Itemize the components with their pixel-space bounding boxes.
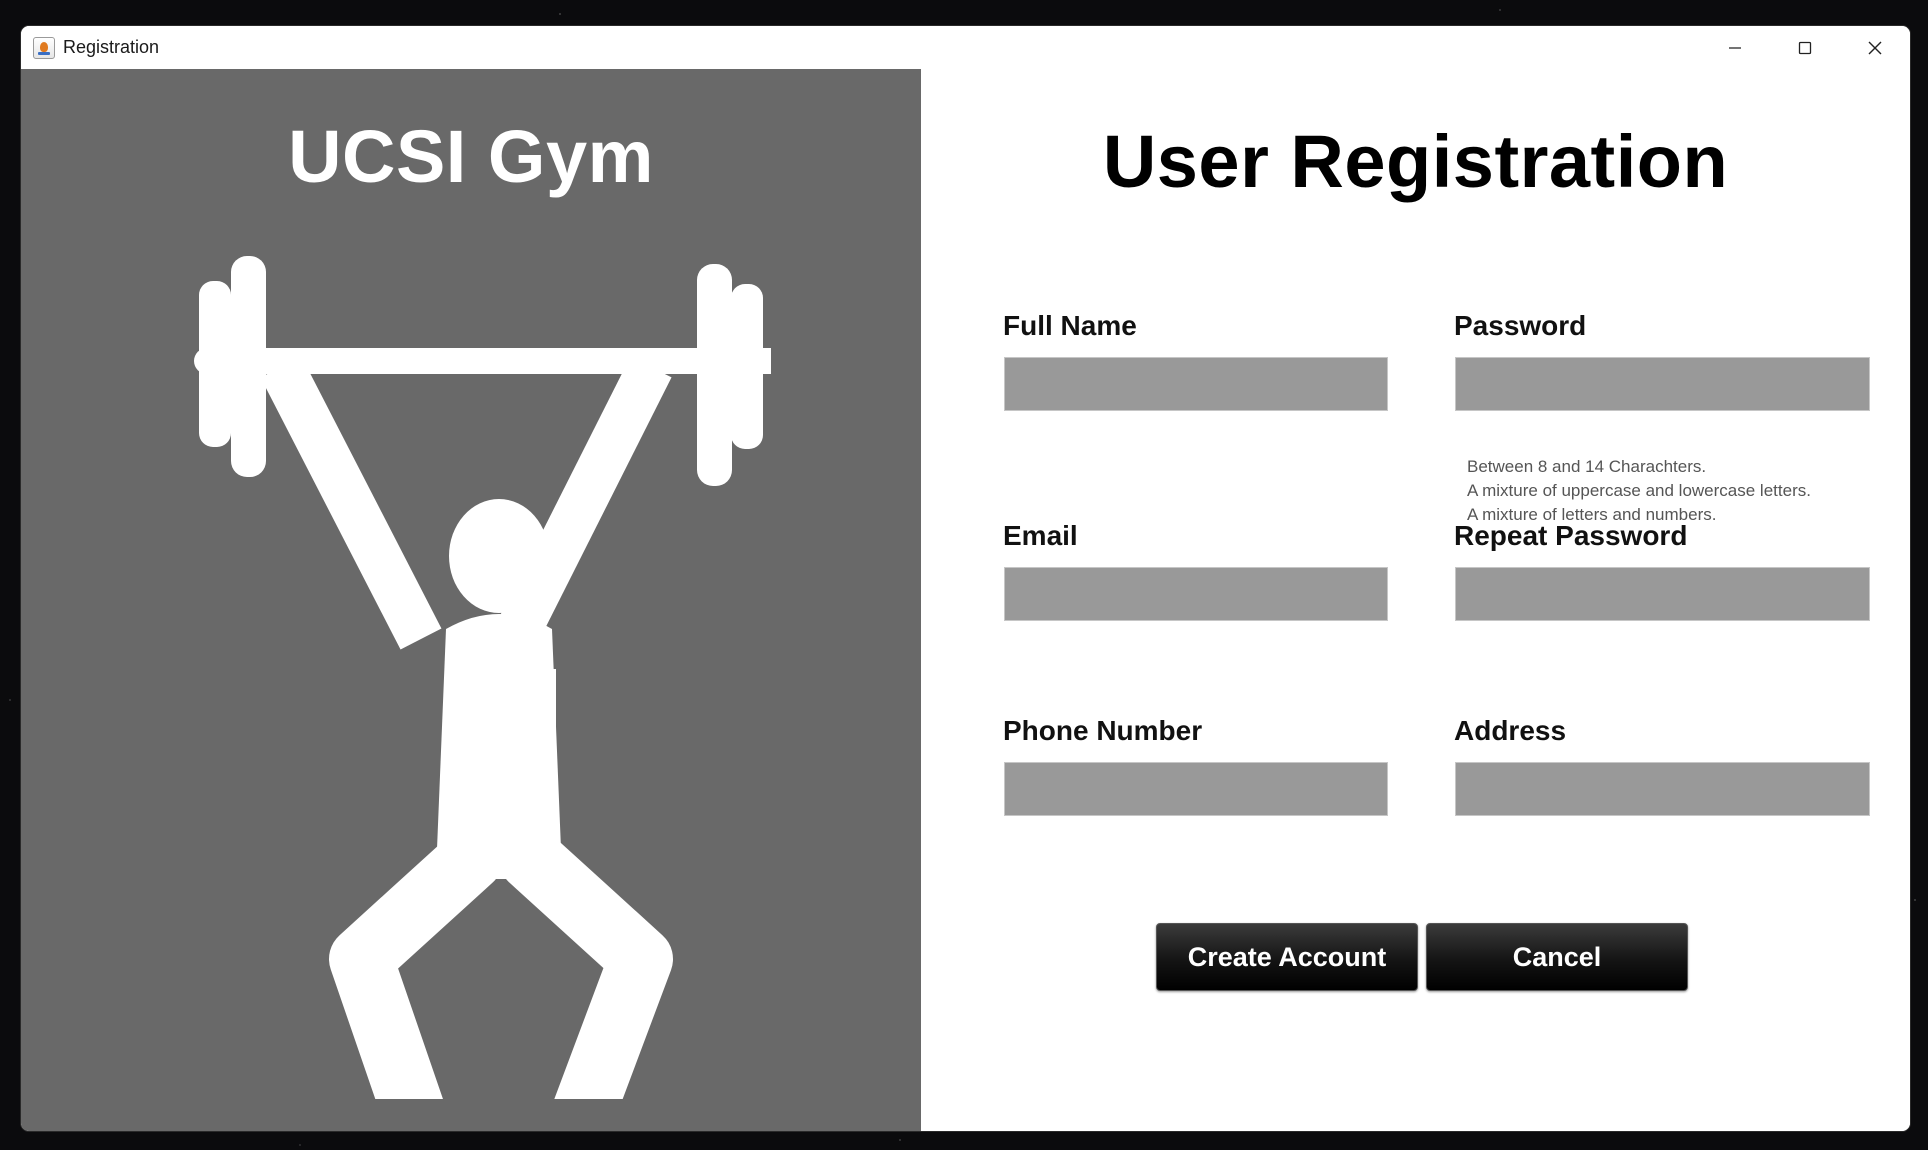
create-account-button[interactable]: Create Account (1156, 923, 1418, 991)
full-name-field[interactable] (1004, 357, 1388, 411)
title-bar[interactable]: Registration (21, 26, 1910, 69)
password-hints: Between 8 and 14 Charachters. A mixture … (1467, 455, 1811, 527)
address-field[interactable] (1455, 762, 1870, 816)
full-name-label: Full Name (1003, 310, 1137, 341)
window-controls (1700, 26, 1910, 69)
password-hint-case: A mixture of uppercase and lowercase let… (1467, 481, 1811, 500)
form-heading: User Registration (1102, 120, 1729, 203)
email-label: Email (1003, 520, 1078, 551)
cancel-button[interactable]: Cancel (1426, 923, 1688, 991)
phone-number-label: Phone Number (1003, 715, 1203, 746)
close-icon (1868, 41, 1882, 54)
branding-panel: UCSI Gym (21, 69, 921, 1131)
minimize-icon (1729, 46, 1741, 49)
password-field[interactable] (1455, 357, 1870, 411)
repeat-password-field[interactable] (1455, 567, 1870, 621)
window-title: Registration (63, 37, 160, 57)
password-label: Password (1454, 310, 1587, 341)
repeat-password-label: Repeat Password (1454, 520, 1688, 551)
phone-number-field[interactable] (1004, 762, 1388, 816)
maximize-icon (1798, 41, 1812, 54)
minimize-button[interactable] (1700, 26, 1770, 69)
close-button[interactable] (1840, 26, 1910, 69)
java-app-icon (33, 36, 55, 59)
registration-form: User Registration Full Name Password Bet… (921, 69, 1910, 1131)
email-field[interactable] (1004, 567, 1388, 621)
maximize-button[interactable] (1770, 26, 1840, 69)
address-label: Address (1454, 715, 1567, 746)
weightlifter-icon (194, 256, 771, 1099)
registration-window: Registration UCSI Gym User Registration … (21, 26, 1910, 1131)
password-hint-length: Between 8 and 14 Charachters. (1467, 457, 1707, 476)
gym-name: UCSI Gym (288, 115, 654, 198)
